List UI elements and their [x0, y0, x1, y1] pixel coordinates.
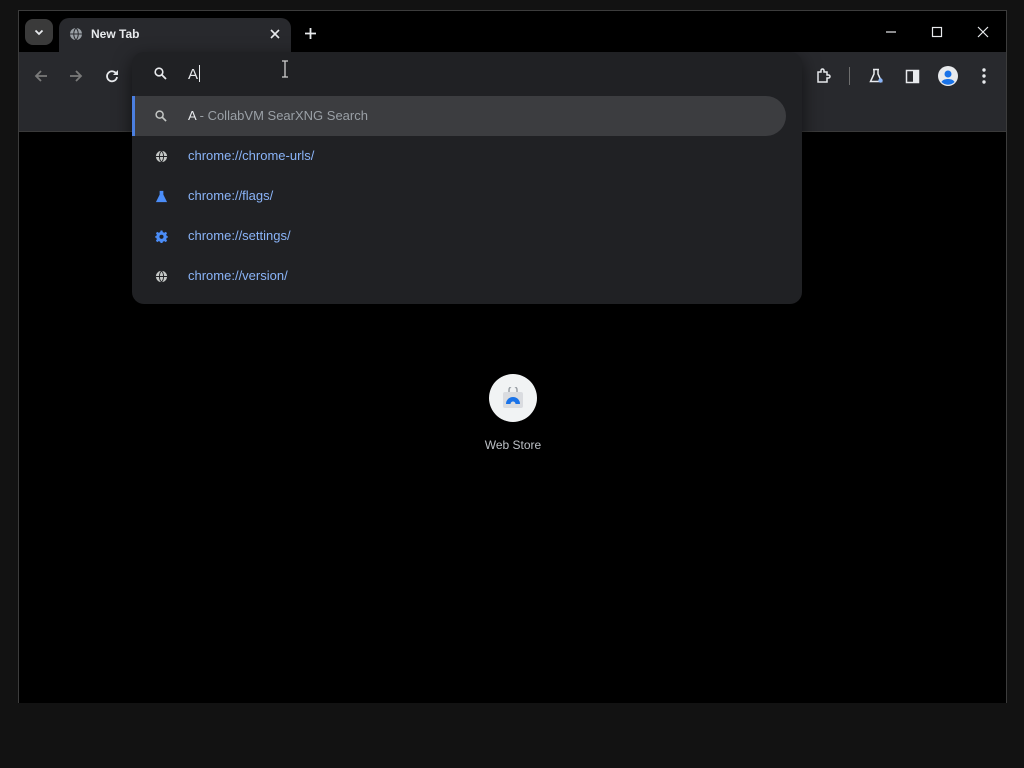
puzzle-icon	[817, 68, 831, 83]
more-vertical-icon	[982, 68, 986, 84]
globe-icon	[154, 149, 168, 163]
tab-title: New Tab	[91, 27, 140, 41]
back-button[interactable]	[30, 65, 52, 87]
minimize-icon	[886, 31, 896, 33]
globe-icon	[70, 27, 82, 41]
suggestion-url: chrome://settings/	[188, 228, 291, 243]
menu-button[interactable]	[973, 65, 995, 87]
side-panel-button[interactable]	[901, 65, 923, 87]
flask-icon	[154, 189, 168, 203]
address-input[interactable]: A	[188, 65, 201, 83]
tab-search-button[interactable]	[25, 19, 53, 45]
search-icon	[154, 109, 168, 123]
suggestion-query: A	[188, 108, 196, 123]
toolbar-divider	[849, 67, 850, 85]
maximize-icon	[931, 26, 943, 38]
minimize-button[interactable]	[877, 19, 905, 45]
plus-icon	[304, 27, 316, 39]
suggestion-url: chrome://flags/	[188, 188, 274, 203]
address-input-text: A	[188, 66, 199, 83]
suggestion-url: chrome://version/	[188, 268, 288, 283]
shortcut-tile[interactable]	[489, 374, 537, 422]
maximize-button[interactable]	[923, 19, 951, 45]
globe-icon	[154, 269, 168, 283]
side-panel-icon	[905, 69, 919, 83]
suggestion-engine: CollabVM SearXNG Search	[207, 108, 368, 123]
suggestion-settings[interactable]: chrome://settings/	[132, 216, 786, 256]
flask-icon	[869, 68, 883, 83]
text-cursor-icon	[282, 60, 288, 78]
suggestion-separator: -	[199, 108, 204, 123]
shortcut-web-store[interactable]: Web Store	[473, 374, 553, 452]
close-icon	[270, 29, 280, 39]
title-bar: New Tab	[19, 11, 1006, 52]
web-store-icon	[503, 387, 523, 408]
reload-button[interactable]	[101, 65, 123, 87]
forward-button[interactable]	[65, 65, 87, 87]
shortcut-label: Web Store	[484, 438, 542, 452]
arrow-left-icon	[34, 70, 47, 82]
address-bar[interactable]: A	[132, 52, 802, 94]
suggestion-flags[interactable]: chrome://flags/	[132, 176, 786, 216]
suggestion-search[interactable]: A - CollabVM SearXNG Search	[132, 96, 786, 136]
chrome-labs-button[interactable]	[865, 65, 887, 87]
reload-icon	[106, 70, 118, 83]
close-window-button[interactable]	[969, 19, 997, 45]
chevron-down-icon	[34, 29, 44, 36]
new-tab-button[interactable]	[299, 22, 321, 44]
avatar-icon	[938, 66, 958, 86]
arrow-right-icon	[70, 70, 83, 82]
text-caret	[199, 65, 201, 82]
tab-close-button[interactable]	[267, 26, 283, 42]
suggestion-url: chrome://chrome-urls/	[188, 148, 315, 163]
omnibox-dropdown: A A - CollabVM SearXNG Search chrome://c…	[132, 52, 802, 304]
tab-new-tab[interactable]: New Tab	[59, 18, 291, 52]
suggestion-chrome-urls[interactable]: chrome://chrome-urls/	[132, 136, 786, 176]
suggestion-version[interactable]: chrome://version/	[132, 256, 786, 296]
close-icon	[977, 26, 989, 38]
search-icon	[154, 67, 167, 80]
profile-button[interactable]	[937, 65, 959, 87]
extensions-button[interactable]	[812, 65, 834, 87]
gear-icon	[154, 229, 168, 243]
